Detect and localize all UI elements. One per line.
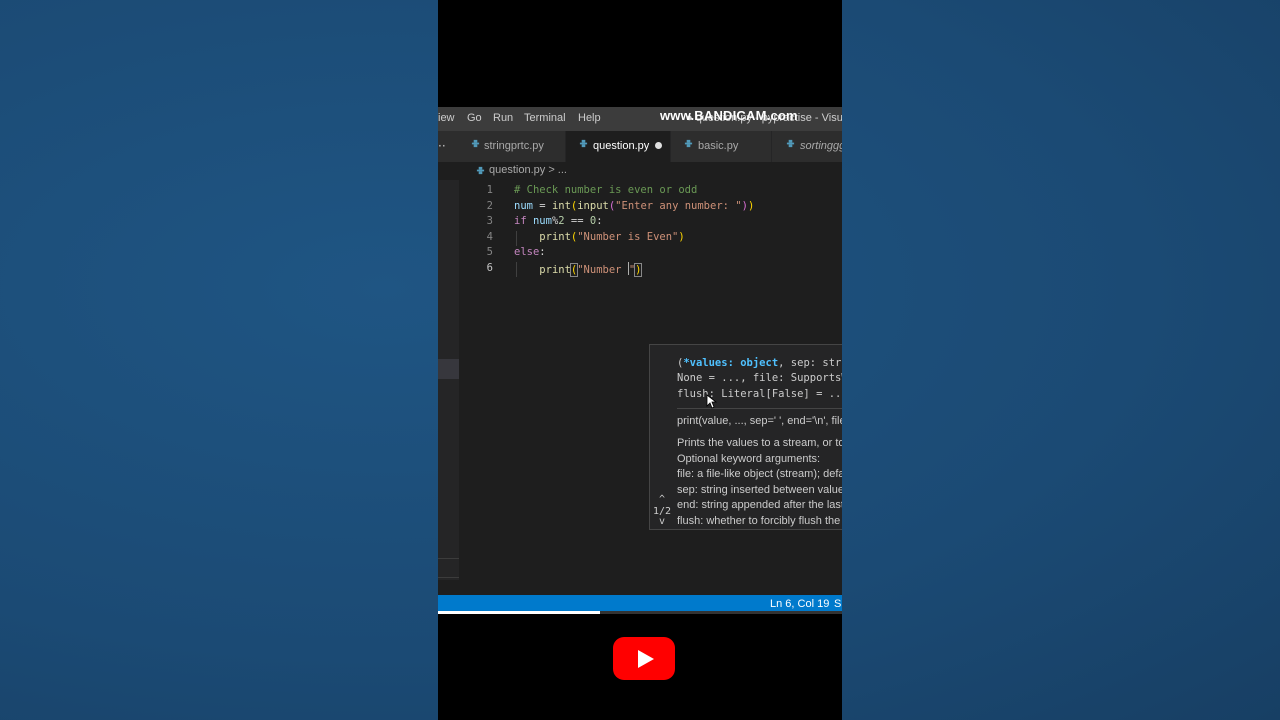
code-line-current[interactable]: 6 print("Number ") <box>459 262 842 277</box>
line-text: print("Number ") <box>539 262 643 277</box>
python-file-icon <box>786 139 795 148</box>
more-actions-glyph: ·· <box>438 139 446 153</box>
popup-divider <box>677 408 842 409</box>
menu-help[interactable]: Help <box>578 112 601 124</box>
signature-line: None = ..., file: SupportsWrit <box>677 372 842 384</box>
mouse-pointer-icon <box>706 394 718 409</box>
tab-label: question.py <box>593 140 650 152</box>
bandicam-watermark: www.BANDICAM.com <box>660 108 798 123</box>
python-file-icon <box>476 166 485 175</box>
signature-line: (*values: object, sep: str | N <box>677 357 842 369</box>
line-text: else: <box>514 246 546 258</box>
menu-bar: iew Go Run Terminal Help ● question.py -… <box>438 107 842 131</box>
tab-label: stringprtc.py <box>484 140 544 152</box>
signature-help-popup[interactable]: (*values: object, sep: str | N None = ..… <box>649 344 842 530</box>
line-text: if num%2 == 0: <box>514 215 603 227</box>
tab-question[interactable]: question.py <box>566 131 671 162</box>
doc-line: end: string appended after the last va <box>677 499 842 511</box>
overload-up-icon[interactable]: ^ <box>650 494 674 505</box>
doc-line: sep: string inserted between values, d <box>677 484 842 496</box>
line-text: # Check number is even or odd <box>514 184 698 196</box>
menu-go[interactable]: Go <box>467 112 482 124</box>
line-text: print("Number is Even") <box>539 231 685 243</box>
youtube-play-button[interactable] <box>613 637 675 680</box>
menu-view[interactable]: iew <box>438 112 455 124</box>
tab-label: basic.py <box>698 140 739 152</box>
side-panel-strip <box>438 180 459 580</box>
doc-line: Optional keyword arguments: <box>677 453 821 465</box>
overload-down-icon[interactable]: v <box>650 516 674 527</box>
unsaved-dot-icon[interactable] <box>655 142 662 149</box>
line-number: 5 <box>486 246 493 258</box>
breadcrumb[interactable]: question.py > ... <box>438 162 842 180</box>
more-actions-icon[interactable]: ·· <box>438 131 459 162</box>
line-number: 3 <box>486 215 493 227</box>
tab-sortinggg[interactable]: sortinggg. <box>772 131 842 162</box>
python-file-icon <box>579 139 588 148</box>
video-frame: iew Go Run Terminal Help ● question.py -… <box>438 0 842 720</box>
line-number: 2 <box>486 200 493 212</box>
line-number: 4 <box>486 231 493 243</box>
vscode-window: iew Go Run Terminal Help ● question.py -… <box>438 107 842 613</box>
code-line[interactable]: 4 print("Number is Even") <box>459 231 842 246</box>
panel-divider <box>438 577 459 578</box>
cursor-position[interactable]: Ln 6, Col 19 <box>770 598 829 610</box>
code-line[interactable]: 5 else: <box>459 246 842 261</box>
menu-terminal[interactable]: Terminal <box>524 112 566 124</box>
signature-line: flush: Literal[False] = ...) - <box>677 388 842 400</box>
doc-line: flush: whether to forcibly flush the str <box>677 515 842 527</box>
code-line[interactable]: 2 num = int(input("Enter any number: ")) <box>459 200 842 215</box>
tab-label: sortinggg. <box>800 140 842 152</box>
line-number: 1 <box>486 184 493 196</box>
code-line[interactable]: 3 if num%2 == 0: <box>459 215 842 230</box>
tab-stringprtc[interactable]: stringprtc.py <box>459 131 566 162</box>
python-file-icon <box>684 139 693 148</box>
code-line[interactable]: 1 # Check number is even or odd <box>459 184 842 199</box>
doc-signature: print(value, ..., sep=' ', end='\n', fil… <box>677 415 842 427</box>
panel-selection <box>438 359 459 379</box>
line-number: 6 <box>486 262 493 274</box>
doc-line: file: a file-like object (stream); defau… <box>677 468 842 480</box>
line-text: num = int(input("Enter any number: ")) <box>514 200 755 212</box>
code-editor[interactable]: 1 # Check number is even or odd 2 num = … <box>459 180 842 580</box>
breadcrumb-path[interactable]: question.py > ... <box>489 164 567 176</box>
python-file-icon <box>471 139 480 148</box>
play-icon <box>638 650 654 668</box>
tab-basic[interactable]: basic.py <box>671 131 772 162</box>
menu-run[interactable]: Run <box>493 112 513 124</box>
active-parameter: *values: object <box>683 357 779 369</box>
indentation-status[interactable]: Sp <box>834 598 842 610</box>
panel-divider <box>438 558 459 559</box>
video-progress-bar[interactable] <box>438 611 600 614</box>
doc-line: Prints the values to a stream, or to sy <box>677 437 842 449</box>
tab-bar: ·· stringprtc.py question.py basic.py so… <box>438 131 842 162</box>
